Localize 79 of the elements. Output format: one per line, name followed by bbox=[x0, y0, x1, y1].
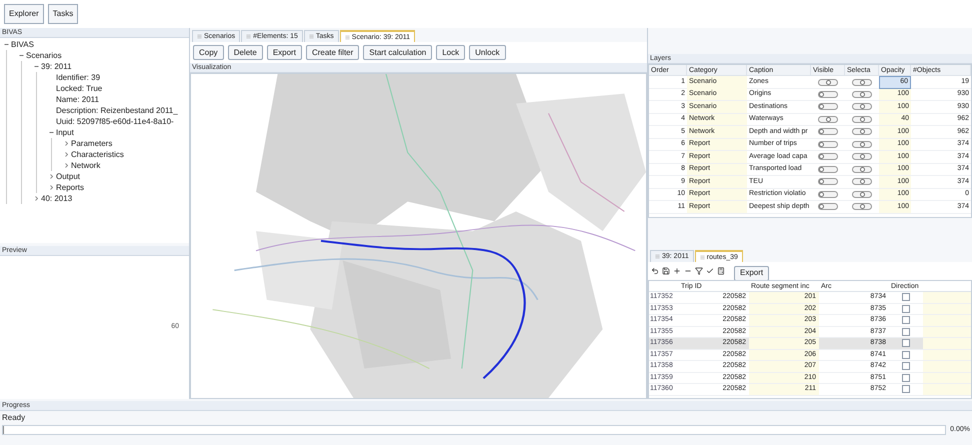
tree-item[interactable]: Description: Reizenbestand 2011_ bbox=[56, 106, 178, 114]
tree-item[interactable]: Input bbox=[56, 128, 74, 136]
expand-icon[interactable] bbox=[49, 185, 54, 190]
tree-item[interactable]: Uuid: 52097f85-e60d-11e4-8a10- bbox=[56, 118, 174, 126]
tree-item[interactable]: Characteristics bbox=[71, 150, 124, 158]
expand-icon[interactable] bbox=[64, 163, 69, 168]
toggle-switch[interactable] bbox=[852, 140, 872, 148]
tree-item[interactable]: Reports bbox=[56, 184, 84, 192]
tab-icon bbox=[197, 34, 202, 39]
toggle-switch[interactable] bbox=[852, 153, 872, 160]
status-text: Ready bbox=[2, 412, 26, 424]
toggle-switch[interactable] bbox=[818, 128, 838, 136]
checkbox[interactable] bbox=[902, 328, 910, 336]
filter-icon[interactable] bbox=[695, 267, 703, 275]
checkbox[interactable] bbox=[902, 385, 910, 394]
save-icon[interactable] bbox=[662, 267, 670, 275]
checkbox[interactable] bbox=[902, 293, 910, 302]
action-button[interactable]: Lock bbox=[436, 45, 466, 60]
toggle-switch[interactable] bbox=[818, 166, 838, 173]
tree-item[interactable]: Output bbox=[56, 172, 80, 180]
toggle-switch[interactable] bbox=[818, 190, 838, 198]
toggle-switch[interactable] bbox=[818, 78, 838, 86]
toggle-switch[interactable] bbox=[852, 166, 872, 173]
toggle-switch[interactable] bbox=[852, 203, 872, 210]
toggle-switch[interactable] bbox=[818, 140, 838, 148]
tree-item[interactable]: 40: 2013 bbox=[41, 194, 72, 202]
undo-icon[interactable] bbox=[651, 267, 659, 275]
toggle-switch[interactable] bbox=[852, 178, 872, 186]
action-button[interactable]: Start calculation bbox=[363, 45, 432, 60]
tree-item[interactable]: 39: 2011 bbox=[41, 62, 72, 70]
toggle-switch[interactable] bbox=[852, 78, 872, 86]
action-button[interactable]: Delete bbox=[228, 45, 263, 60]
toggle-switch[interactable] bbox=[818, 90, 838, 98]
tab-icon bbox=[308, 34, 314, 39]
tab-icon bbox=[655, 254, 660, 259]
expand-icon[interactable] bbox=[64, 141, 69, 146]
tree-item[interactable]: Name: 2011 bbox=[56, 96, 99, 104]
collapse-icon[interactable] bbox=[49, 130, 54, 135]
action-button[interactable]: Export bbox=[266, 45, 302, 60]
toggle-switch[interactable] bbox=[852, 116, 872, 123]
expand-icon[interactable] bbox=[64, 152, 69, 157]
tree-item[interactable]: Network bbox=[71, 162, 100, 170]
toggle-switch[interactable] bbox=[818, 203, 838, 210]
toggle-switch[interactable] bbox=[818, 103, 838, 110]
add-icon[interactable] bbox=[673, 267, 681, 275]
collapse-icon[interactable] bbox=[34, 64, 39, 69]
checkbox[interactable] bbox=[902, 304, 910, 313]
toggle-switch[interactable] bbox=[852, 128, 872, 136]
collapse-icon[interactable] bbox=[19, 53, 24, 58]
toggle-switch[interactable] bbox=[818, 153, 838, 160]
toggle-switch[interactable] bbox=[852, 190, 872, 198]
checkbox[interactable] bbox=[902, 374, 910, 382]
tree-item[interactable]: BIVAS bbox=[11, 40, 34, 48]
tree-item[interactable]: Scenarios bbox=[26, 52, 62, 60]
tab-icon bbox=[246, 34, 252, 39]
checkbox[interactable] bbox=[902, 362, 910, 370]
action-button[interactable]: Copy bbox=[193, 45, 224, 60]
toggle-switch[interactable] bbox=[852, 103, 872, 110]
toggle-switch[interactable] bbox=[818, 178, 838, 186]
checkbox[interactable] bbox=[902, 339, 910, 348]
tree-item[interactable]: Identifier: 39 bbox=[56, 74, 100, 82]
calculator-icon[interactable] bbox=[717, 267, 725, 275]
collapse-icon[interactable] bbox=[4, 42, 9, 47]
expand-icon[interactable] bbox=[49, 174, 54, 179]
toolbar-button[interactable]: Explorer bbox=[4, 4, 44, 24]
action-button[interactable]: Unlock bbox=[469, 45, 506, 60]
toolbar-button[interactable]: Tasks bbox=[48, 4, 78, 24]
tree-item[interactable]: Parameters bbox=[71, 140, 112, 148]
toggle-switch[interactable] bbox=[818, 116, 838, 123]
tree-item[interactable]: Locked: True bbox=[56, 84, 102, 92]
expand-icon[interactable] bbox=[34, 196, 39, 201]
action-button[interactable]: Export bbox=[734, 266, 770, 280]
toggle-switch[interactable] bbox=[852, 90, 872, 98]
tab-icon bbox=[344, 34, 350, 40]
tab-icon bbox=[700, 254, 705, 260]
checkbox[interactable] bbox=[902, 316, 910, 324]
action-button[interactable]: Create filter bbox=[306, 45, 360, 60]
checkbox[interactable] bbox=[902, 350, 910, 359]
check-icon[interactable] bbox=[706, 267, 714, 275]
